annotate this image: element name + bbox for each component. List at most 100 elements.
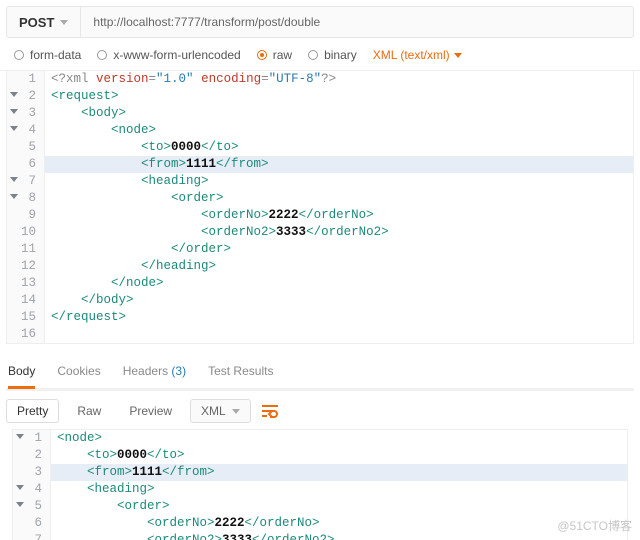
response-controls: Pretty Raw Preview XML <box>6 391 634 429</box>
editor-line[interactable]: 6 <from>1111</from> <box>7 156 633 173</box>
editor-line[interactable]: 14 </body> <box>7 292 633 309</box>
editor-line[interactable]: 4 <heading> <box>13 481 627 498</box>
request-body-editor[interactable]: 1<?xml version="1.0" encoding="UTF-8"?>2… <box>6 71 634 344</box>
fold-icon[interactable] <box>16 502 24 507</box>
header-count: (3) <box>171 364 186 378</box>
fold-icon[interactable] <box>10 126 18 131</box>
line-number: 7 <box>7 173 45 190</box>
editor-line[interactable]: 12 </heading> <box>7 258 633 275</box>
editor-line[interactable]: 5 <to>0000</to> <box>7 139 633 156</box>
editor-line[interactable]: 11 </order> <box>7 241 633 258</box>
view-raw-button[interactable]: Raw <box>67 400 111 422</box>
method-select[interactable]: POST <box>7 7 81 37</box>
editor-line[interactable]: 8 <order> <box>7 190 633 207</box>
line-number: 10 <box>7 224 45 241</box>
editor-line[interactable]: 16 <box>7 326 633 343</box>
code-content: </body> <box>45 292 134 309</box>
radio-label: form-data <box>30 48 81 62</box>
code-content: <heading> <box>51 481 155 498</box>
editor-line[interactable]: 7 <orderNo2>3333</orderNo2> <box>13 532 627 540</box>
editor-line[interactable]: 10 <orderNo2>3333</orderNo2> <box>7 224 633 241</box>
radio-icon <box>97 50 107 60</box>
editor-line[interactable]: 3 <body> <box>7 105 633 122</box>
editor-line[interactable]: 4 <node> <box>7 122 633 139</box>
editor-line[interactable]: 5 <order> <box>13 498 627 515</box>
tab-headers[interactable]: Headers (3) <box>123 364 186 382</box>
line-number: 3 <box>7 105 45 122</box>
tab-test-results[interactable]: Test Results <box>208 364 273 382</box>
method-label: POST <box>19 15 54 30</box>
line-number: 6 <box>7 156 45 173</box>
view-preview-button[interactable]: Preview <box>119 400 182 422</box>
code-content: <orderNo2>3333</orderNo2> <box>45 224 389 241</box>
editor-line[interactable]: 7 <heading> <box>7 173 633 190</box>
line-number: 2 <box>7 88 45 105</box>
body-type-row: form-data x-www-form-urlencoded raw bina… <box>0 38 640 71</box>
fold-icon[interactable] <box>10 177 18 182</box>
code-content: </heading> <box>45 258 216 275</box>
editor-line[interactable]: 3 <from>1111</from> <box>13 464 627 481</box>
response-body-editor[interactable]: 1<node>2 <to>0000</to>3 <from>1111</from… <box>12 429 628 540</box>
content-type-label: XML (text/xml) <box>373 48 450 62</box>
button-label: Raw <box>77 404 101 418</box>
radio-icon <box>308 50 318 60</box>
line-number: 14 <box>7 292 45 309</box>
fold-icon[interactable] <box>16 434 24 439</box>
code-content: <order> <box>45 190 224 207</box>
wrap-icon <box>261 404 279 418</box>
tab-label: Test Results <box>208 364 273 378</box>
line-number: 11 <box>7 241 45 258</box>
code-content: <request> <box>45 88 119 105</box>
chevron-down-icon <box>60 20 68 25</box>
response-type-select[interactable]: XML <box>190 399 251 423</box>
code-content: </node> <box>45 275 164 292</box>
code-content: <orderNo2>3333</orderNo2> <box>51 532 335 540</box>
code-content: <from>1111</from> <box>51 464 215 481</box>
code-content: <?xml version="1.0" encoding="UTF-8"?> <box>45 71 336 88</box>
code-content: <node> <box>45 122 156 139</box>
view-pretty-button[interactable]: Pretty <box>6 399 59 423</box>
code-content: <to>0000</to> <box>51 447 185 464</box>
line-number: 6 <box>13 515 51 532</box>
line-number: 2 <box>13 447 51 464</box>
fold-icon[interactable] <box>16 485 24 490</box>
code-content: <body> <box>45 105 126 122</box>
radio-form-data[interactable]: form-data <box>14 48 81 62</box>
editor-line[interactable]: 15</request> <box>7 309 633 326</box>
line-number: 7 <box>13 532 51 540</box>
editor-line[interactable]: 2<request> <box>7 88 633 105</box>
fold-icon[interactable] <box>10 109 18 114</box>
tab-cookies[interactable]: Cookies <box>57 364 100 382</box>
request-bar: POST <box>6 6 634 38</box>
editor-line[interactable]: 1<node> <box>13 430 627 447</box>
content-type-select[interactable]: XML (text/xml) <box>373 48 462 62</box>
tab-body[interactable]: Body <box>8 364 35 382</box>
line-number: 5 <box>7 139 45 156</box>
code-content: </order> <box>45 241 231 258</box>
code-content: <orderNo>2222</orderNo> <box>51 515 320 532</box>
response-section: Body Cookies Headers (3) Test Results Pr… <box>6 358 634 540</box>
line-number: 5 <box>13 498 51 515</box>
fold-icon[interactable] <box>10 92 18 97</box>
response-tabs: Body Cookies Headers (3) Test Results <box>6 358 634 391</box>
chevron-down-icon <box>454 53 462 58</box>
editor-line[interactable]: 1<?xml version="1.0" encoding="UTF-8"?> <box>7 71 633 88</box>
editor-line[interactable]: 13 </node> <box>7 275 633 292</box>
editor-line[interactable]: 9 <orderNo>2222</orderNo> <box>7 207 633 224</box>
code-content: <node> <box>51 430 102 447</box>
line-number: 4 <box>13 481 51 498</box>
wrap-lines-button[interactable] <box>259 400 281 422</box>
line-number: 12 <box>7 258 45 275</box>
radio-urlencoded[interactable]: x-www-form-urlencoded <box>97 48 240 62</box>
fold-icon[interactable] <box>10 194 18 199</box>
url-input[interactable] <box>81 7 633 37</box>
button-label: XML <box>201 404 226 418</box>
button-label: Pretty <box>17 404 48 418</box>
radio-label: binary <box>324 48 357 62</box>
code-content: <from>1111</from> <box>45 156 269 173</box>
line-number: 9 <box>7 207 45 224</box>
radio-binary[interactable]: binary <box>308 48 357 62</box>
radio-raw[interactable]: raw <box>257 48 292 62</box>
editor-line[interactable]: 6 <orderNo>2222</orderNo> <box>13 515 627 532</box>
editor-line[interactable]: 2 <to>0000</to> <box>13 447 627 464</box>
